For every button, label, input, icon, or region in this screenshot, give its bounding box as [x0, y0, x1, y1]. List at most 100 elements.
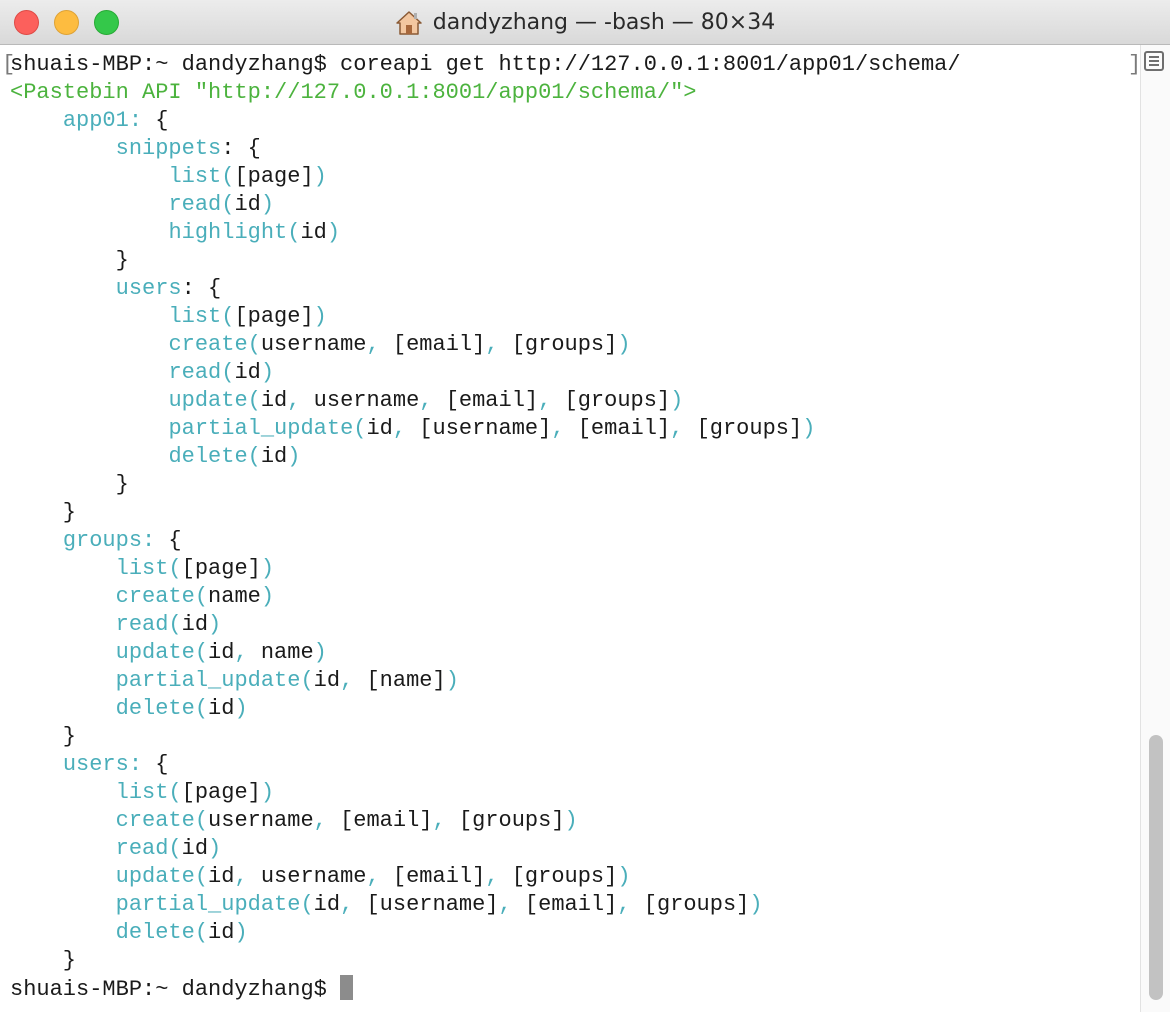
method-param: id: [313, 892, 341, 917]
param-separator: ,: [485, 864, 512, 889]
terminal-line: delete(id): [0, 695, 1140, 723]
method-param: [username]: [366, 892, 499, 917]
scrollbar[interactable]: [1140, 45, 1170, 1012]
method-param: [groups]: [511, 864, 618, 889]
terminal-line: read(id): [0, 191, 1140, 219]
method-paren: ): [617, 332, 631, 357]
section-key: users:: [62, 752, 143, 777]
method-paren: ): [802, 416, 816, 441]
terminal-line: delete(id): [0, 919, 1140, 947]
method-param: username: [260, 864, 367, 889]
method-param: [email]: [524, 892, 618, 917]
terminal-line: }: [0, 499, 1140, 527]
terminal-line: list([page]): [0, 163, 1140, 191]
method-param: [page]: [181, 780, 261, 805]
terminal-line: <Pastebin API "http://127.0.0.1:8001/app…: [0, 79, 1140, 107]
method-paren: ): [670, 388, 684, 413]
method-param: id: [234, 360, 261, 385]
method-param: [email]: [340, 808, 433, 833]
method-param: id: [313, 668, 341, 693]
method-paren: ): [234, 696, 248, 721]
method-paren: ): [313, 304, 327, 329]
method-paren: ): [313, 164, 327, 189]
terminal-line: delete(id): [0, 443, 1140, 471]
closing-brace: }: [10, 500, 77, 525]
punctuation: : {: [181, 276, 222, 301]
method-param: [email]: [577, 416, 671, 441]
terminal-line: groups: {: [0, 527, 1140, 555]
method-name: read(: [168, 360, 235, 385]
terminal-line: update(id, name): [0, 639, 1140, 667]
method-param: id: [208, 696, 235, 721]
method-param: [groups]: [696, 416, 803, 441]
method-param: id: [260, 388, 288, 413]
section-key: groups:: [62, 528, 156, 553]
scrollbar-thumb[interactable]: [1149, 735, 1163, 1000]
home-icon: [396, 10, 422, 35]
terminal-line: users: {: [0, 751, 1140, 779]
method-name: create(: [115, 584, 209, 609]
method-param: username: [260, 332, 367, 357]
method-param: id: [181, 612, 209, 637]
method-param: id: [300, 220, 327, 245]
punctuation: : {: [221, 136, 261, 161]
terminal-line: shuais-MBP:~ dandyzhang$: [0, 975, 1140, 1003]
method-param: username: [208, 808, 314, 833]
param-separator: ,: [670, 416, 697, 441]
method-name: delete(: [115, 696, 209, 721]
punctuation: {: [142, 108, 169, 133]
shell-prompt: shuais-MBP:~ dandyzhang$: [10, 977, 341, 1002]
method-name: list(: [168, 164, 235, 189]
section-key: snippets: [115, 136, 222, 161]
method-param: [username]: [419, 416, 552, 441]
method-param: id: [208, 640, 235, 665]
method-paren: ): [208, 612, 222, 637]
method-name: partial_update(: [115, 892, 314, 917]
method-param: id: [181, 836, 209, 861]
terminal-line: list([page]): [0, 303, 1140, 331]
method-paren: ): [287, 444, 301, 469]
terminal-line: }: [0, 247, 1140, 275]
section-key: users: [115, 276, 182, 301]
method-param: [email]: [392, 332, 486, 357]
method-param: [email]: [392, 864, 486, 889]
terminal-output[interactable]: [shuais-MBP:~ dandyzhang$ coreapi get ht…: [0, 45, 1141, 1012]
terminal-line: partial_update(id, [name]): [0, 667, 1140, 695]
param-separator: ,: [538, 388, 565, 413]
method-paren: ): [445, 668, 459, 693]
punctuation: {: [155, 528, 182, 553]
method-name: update(: [168, 388, 261, 413]
param-separator: ,: [432, 808, 459, 833]
param-separator: ,: [485, 332, 512, 357]
method-name: partial_update(: [115, 668, 314, 693]
split-pane-icon[interactable]: [1144, 51, 1164, 71]
method-param: name: [260, 640, 314, 665]
method-paren: ): [564, 808, 578, 833]
closing-brace: }: [10, 724, 77, 749]
method-paren: ): [326, 220, 341, 245]
terminal-line: create(username, [email], [groups]): [0, 807, 1140, 835]
terminal-line: app01: {: [0, 107, 1140, 135]
method-name: list(: [168, 304, 235, 329]
terminal-line: read(id): [0, 359, 1140, 387]
punctuation: {: [142, 752, 169, 777]
method-param: [groups]: [643, 892, 750, 917]
terminal-line: update(id, username, [email], [groups]): [0, 863, 1140, 891]
method-paren: ): [260, 360, 275, 385]
method-name: read(: [168, 192, 235, 217]
method-param: [name]: [366, 668, 446, 693]
terminal-line: [shuais-MBP:~ dandyzhang$ coreapi get ht…: [0, 51, 1141, 79]
title-bar[interactable]: dandyzhang — -bash — 80×34: [0, 0, 1170, 45]
mark-bracket-left: [: [2, 52, 16, 77]
